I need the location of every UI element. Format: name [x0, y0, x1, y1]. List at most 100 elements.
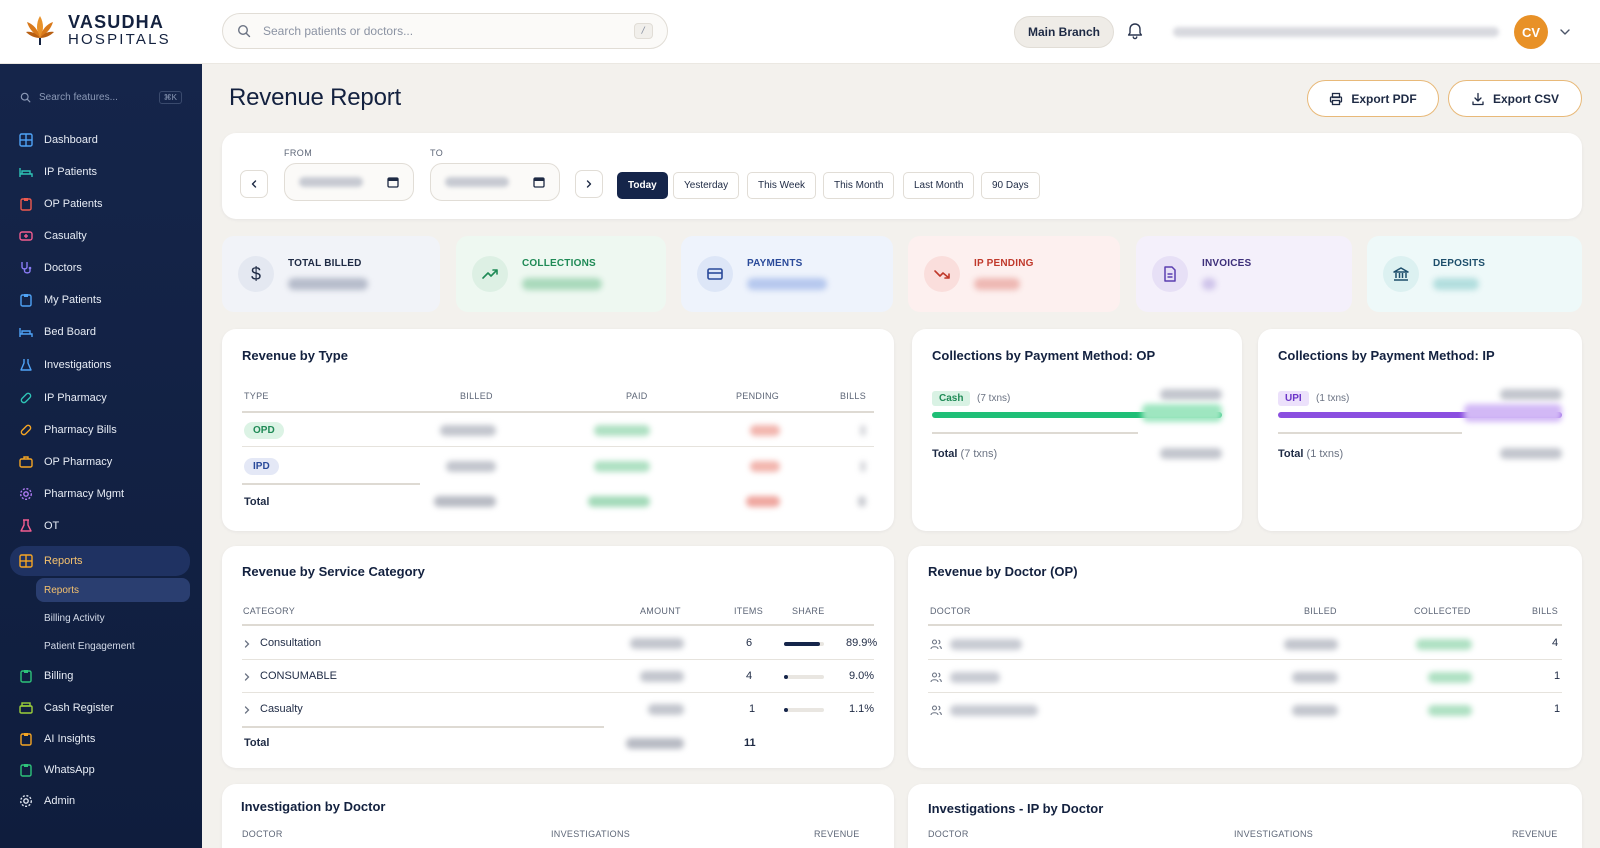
sidebar-item-label: Casualty [44, 230, 87, 242]
chevron-right-icon[interactable] [242, 672, 252, 682]
sidebar-item-ip-pharmacy[interactable]: IP Pharmacy [10, 384, 190, 412]
chevron-down-icon[interactable] [1558, 25, 1572, 39]
billed-blurred [1292, 672, 1338, 683]
export-csv-button[interactable]: Export CSV [1448, 80, 1582, 117]
preset-this-week[interactable]: This Week [747, 172, 817, 199]
user-name-blurred [1173, 27, 1499, 37]
from-date-input[interactable] [284, 163, 414, 201]
share-bar-fill [784, 642, 820, 646]
clipboard-icon [18, 292, 34, 308]
sidebar-item-op-patients[interactable]: OP Patients [10, 190, 190, 218]
flask-icon [18, 357, 34, 373]
clipboard-icon [18, 762, 34, 778]
col-paid: PAID [626, 391, 648, 401]
stat-deposits[interactable]: DEPOSITS [1367, 236, 1582, 312]
table-header-divider [242, 411, 874, 413]
collections-op-title: Collections by Payment Method: OP [932, 348, 1156, 363]
grid-icon [18, 553, 34, 569]
sidebar-item-my-patients[interactable]: My Patients [10, 286, 190, 314]
total-divider [932, 432, 1138, 434]
stat-collections[interactable]: COLLECTIONS [456, 236, 666, 312]
amount-blurred [648, 704, 684, 715]
bell-icon[interactable] [1125, 21, 1145, 41]
collections-ip-title: Collections by Payment Method: IP [1278, 348, 1495, 363]
stat-value-blurred [288, 278, 368, 290]
stat-total-billed[interactable]: $ TOTAL BILLED [222, 236, 440, 312]
table-header-divider [242, 624, 874, 626]
sidebar-item-ai-insights[interactable]: AI Insights [10, 725, 190, 753]
stat-label: COLLECTIONS [522, 258, 596, 269]
stat-payments[interactable]: PAYMENTS [681, 236, 893, 312]
feature-search-input[interactable]: Search features... ⌘K [12, 82, 190, 112]
stat-ip-pending[interactable]: IP PENDING [908, 236, 1120, 312]
col-collected: COLLECTED [1414, 606, 1471, 616]
users-icon [930, 672, 942, 683]
download-icon [1472, 92, 1484, 105]
branch-selector[interactable]: Main Branch [1014, 16, 1115, 48]
sidebar-item-label: OP Pharmacy [44, 456, 113, 468]
total-label: Total [1278, 448, 1304, 460]
preset-yesterday[interactable]: Yesterday [673, 172, 740, 199]
sidebar-item-billing[interactable]: Billing [10, 662, 190, 690]
export-pdf-button[interactable]: Export PDF [1307, 80, 1439, 117]
sidebar-subitem-patient-engagement[interactable]: Patient Engagement [36, 634, 143, 658]
sidebar-item-reports[interactable]: Reports [10, 546, 190, 576]
stat-label: IP PENDING [974, 258, 1034, 269]
category-share: 89.9% [846, 637, 878, 649]
sidebar-item-whatsapp[interactable]: WhatsApp [10, 756, 190, 784]
stat-label: PAYMENTS [747, 258, 803, 269]
sidebar-item-bed-board[interactable]: Bed Board [10, 318, 190, 346]
chevron-right-icon[interactable] [242, 639, 252, 649]
sidebar-item-ip-patients[interactable]: IP Patients [10, 158, 190, 186]
next-date-button[interactable] [575, 170, 603, 198]
preset-this-month[interactable]: This Month [823, 172, 895, 199]
sidebar-item-op-pharmacy[interactable]: OP Pharmacy [10, 448, 190, 476]
table-header-divider [928, 624, 1562, 626]
sidebar-item-casualty[interactable]: Casualty [10, 222, 190, 250]
doctor-bills: 4 [1552, 637, 1559, 649]
sidebar-item-admin[interactable]: Admin [10, 787, 190, 815]
service-category-title: Revenue by Service Category [242, 564, 425, 579]
sidebar-item-dashboard[interactable]: Dashboard [10, 126, 190, 154]
prev-date-button[interactable] [240, 170, 268, 198]
global-search-input[interactable]: Search patients or doctors... / [222, 13, 668, 49]
chevron-left-icon [251, 180, 257, 188]
sidebar-item-label: Reports [44, 555, 83, 567]
billed-blurred [1292, 705, 1338, 716]
feature-search-placeholder: Search features... [39, 91, 118, 103]
preset-90-days[interactable]: 90 Days [981, 172, 1040, 199]
table-row [594, 461, 650, 472]
doctor-bills: 1 [1554, 703, 1561, 715]
amount-blurred [630, 638, 684, 649]
chevron-right-icon[interactable] [242, 705, 252, 715]
col-pending: PENDING [736, 391, 780, 401]
sidebar-subitem-reports[interactable]: Reports [36, 578, 190, 602]
lotus-logo-icon [26, 16, 54, 45]
investigation-by-doctor-title: Investigation by Doctor [241, 799, 386, 814]
stat-label: INVOICES [1202, 258, 1252, 269]
dollar-icon: $ [238, 256, 274, 292]
sidebar-item-label: Dashboard [44, 134, 98, 146]
brand-logo[interactable]: VASUDHA HOSPITALS [24, 12, 171, 48]
table-row [860, 461, 866, 472]
sidebar-item-doctors[interactable]: Doctors [10, 254, 190, 282]
sidebar-item-cash-register[interactable]: Cash Register [10, 694, 190, 722]
sidebar-subitem-billing-activity[interactable]: Billing Activity [36, 606, 113, 630]
sidebar-item-pharmacy-mgmt[interactable]: Pharmacy Mgmt [10, 480, 190, 508]
sidebar-item-label: OT [44, 520, 60, 532]
investigations-ip-title: Investigations - IP by Doctor [928, 801, 1104, 816]
sidebar-item-investigations[interactable]: Investigations [10, 351, 190, 379]
doctor-bills: 1 [1554, 670, 1561, 682]
table-row [750, 461, 780, 472]
sidebar-item-label: Investigations [44, 359, 112, 371]
avatar[interactable]: CV [1514, 15, 1548, 49]
to-date-input[interactable] [430, 163, 560, 201]
sidebar-item-ot[interactable]: OT [10, 512, 190, 540]
sidebar-item-label: IP Patients [44, 166, 97, 178]
preset-last-month[interactable]: Last Month [903, 172, 975, 199]
stat-invoices[interactable]: INVOICES [1136, 236, 1352, 312]
sidebar-item-pharmacy-bills[interactable]: Pharmacy Bills [10, 416, 190, 444]
row-divider [242, 446, 874, 447]
pill-icon [18, 390, 34, 406]
preset-today[interactable]: Today [617, 172, 668, 199]
